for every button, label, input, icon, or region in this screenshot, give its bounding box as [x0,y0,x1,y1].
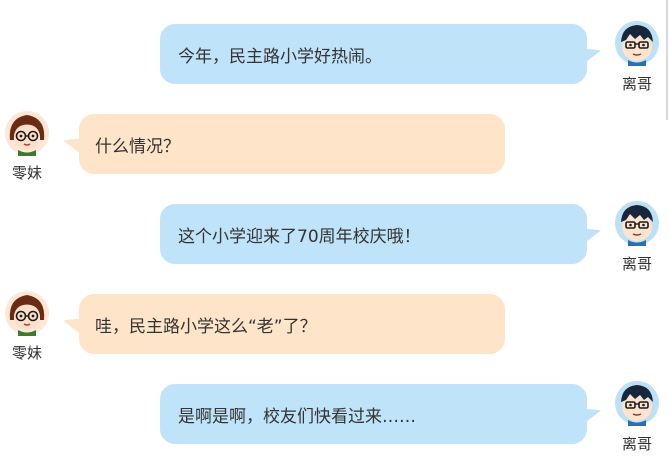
sender-name: 零妹 [12,344,43,362]
sender-name: 离哥 [622,255,653,273]
chat-window: 今年，民主路小学好热闹。 离哥 零妹 什么情况？ 这个小学迎来了70周年校庆哦！… [0,0,670,462]
boy-avatar-icon [614,200,660,246]
message-text: 什么情况？ [95,136,180,157]
message-text: 这个小学迎来了70周年校庆哦！ [178,226,421,247]
bubble-tail [63,133,79,153]
message-bubble: 今年，民主路小学好热闹。 [160,24,587,84]
sender-name: 离哥 [622,75,653,93]
bubble-tail [585,223,601,243]
sender-name: 零妹 [12,164,43,182]
boy-avatar-icon [614,380,660,426]
message-bubble: 这个小学迎来了70周年校庆哦！ [160,204,587,264]
message-row: 今年，民主路小学好热闹。 离哥 [0,10,670,93]
boy-avatar-icon [614,20,660,66]
message-text: 哇，民主路小学这么“老”了？ [95,316,317,337]
message-row: 零妹 什么情况？ [0,100,670,182]
message-row: 是啊是啊，校友们快看过来…… 离哥 [0,370,670,453]
message-row: 这个小学迎来了70周年校庆哦！ 离哥 [0,190,670,273]
bubble-tail [585,43,601,63]
message-bubble: 是啊是啊，校友们快看过来…… [160,384,587,444]
bubble-tail [585,403,601,423]
message-text: 是啊是啊，校友们快看过来…… [178,406,416,427]
message-bubble: 哇，民主路小学这么“老”了？ [79,294,505,354]
girl-avatar-icon [4,110,50,156]
bubble-tail [63,313,79,333]
message-text: 今年，民主路小学好热闹。 [178,46,382,67]
girl-avatar-icon [4,290,50,336]
message-bubble: 什么情况？ [79,114,505,174]
sender-name: 离哥 [622,435,653,453]
message-row: 零妹 哇，民主路小学这么“老”了？ [0,280,670,362]
